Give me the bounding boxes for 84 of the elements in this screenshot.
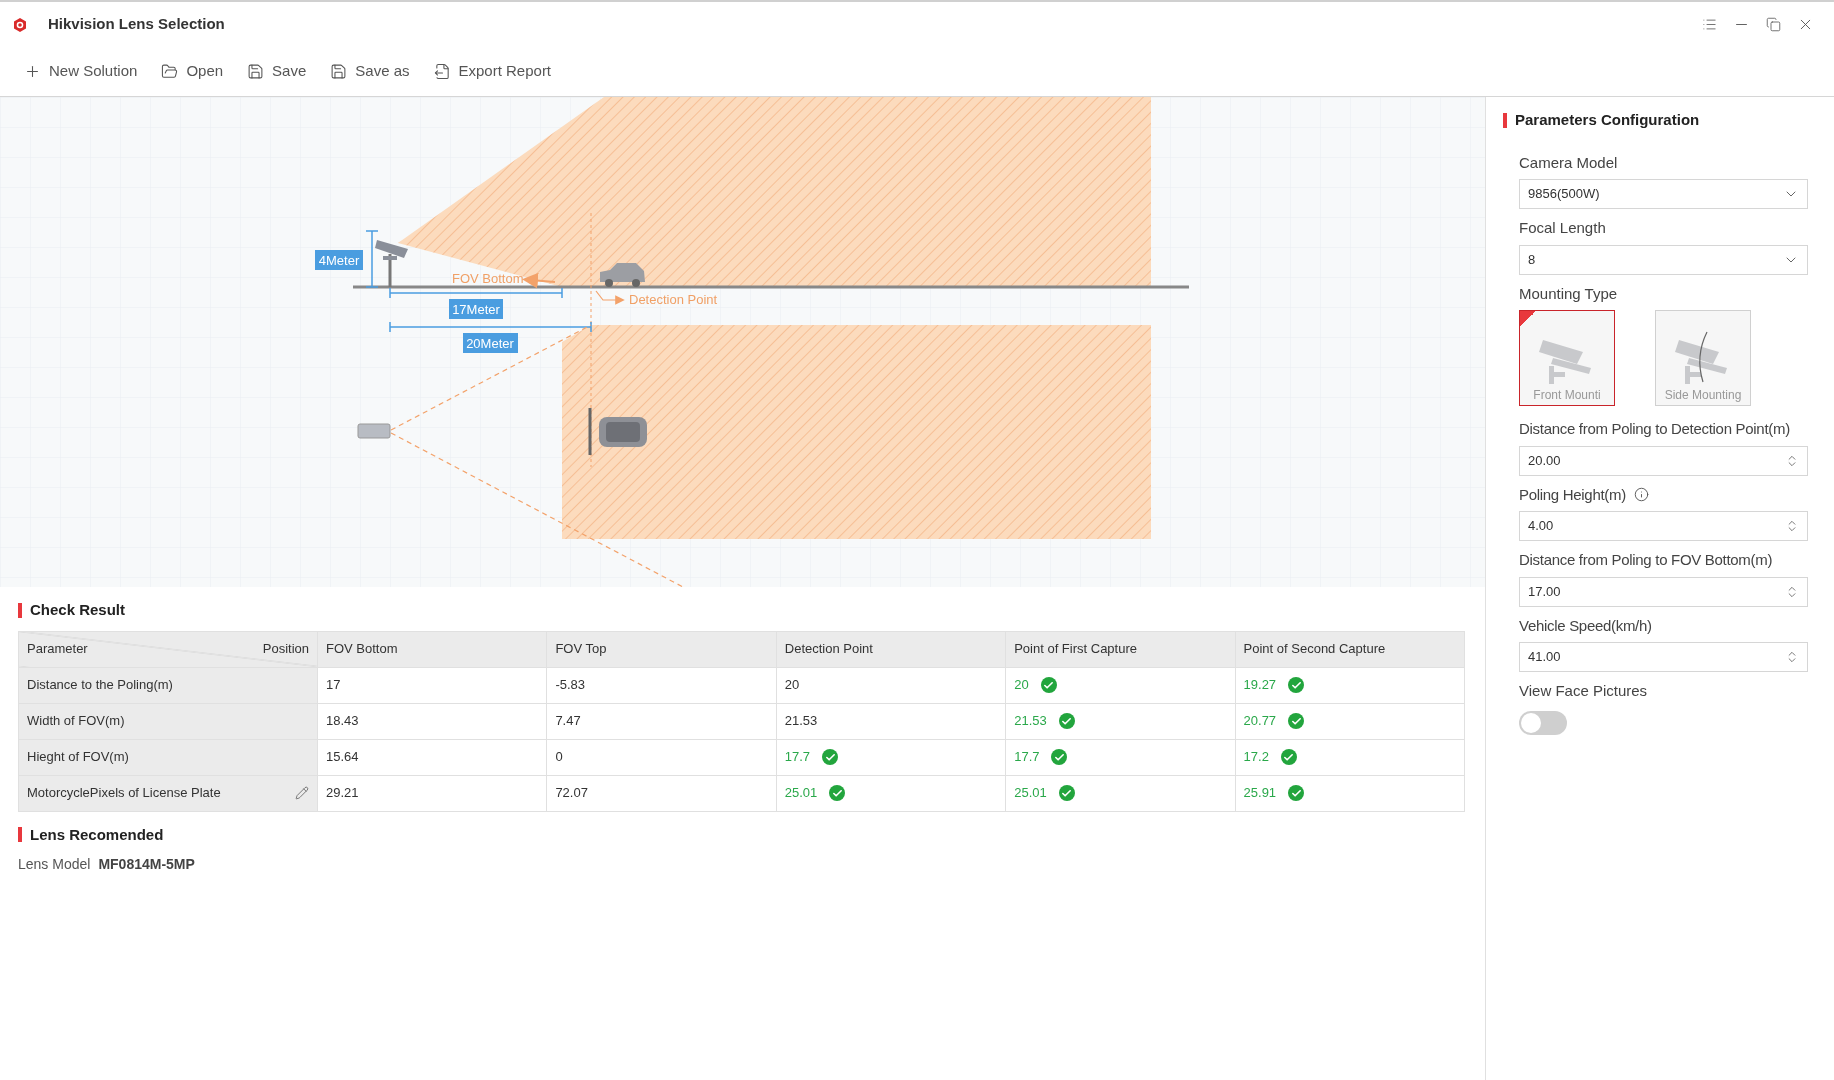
face-pictures-toggle[interactable]: [1519, 710, 1567, 735]
toolbar-button[interactable]: Export Report: [433, 60, 552, 83]
restore-icon[interactable]: [1766, 17, 1781, 32]
window-title: Hikvision Lens Selection: [48, 14, 225, 35]
field-label: Poling Height(m): [1519, 484, 1626, 505]
table-cell-text: 19.27: [1243, 676, 1277, 695]
number-input[interactable]: 17.00: [1519, 576, 1808, 607]
table-cell-text: 7.47: [555, 712, 581, 731]
detection-bar: [588, 408, 592, 455]
table-cell-text: 17.7: [1014, 748, 1040, 767]
field-label: Focal Length: [1519, 218, 1607, 238]
column-header: Point of First Capture: [1005, 631, 1236, 667]
height-dimension-line: [365, 230, 379, 288]
pole: [388, 254, 392, 287]
info-icon[interactable]: [1633, 487, 1649, 503]
lens-model-label: Lens Model: [18, 855, 91, 874]
row-label: Hieght of FOV(m): [27, 748, 129, 767]
save-icon: [247, 63, 265, 80]
toolbar-button[interactable]: New Solution: [24, 60, 138, 83]
field-label: Distance from Poling to Detection Point(m): [1519, 419, 1790, 439]
table-cell-text: 20.77: [1243, 712, 1277, 731]
table-cell-text: 20: [784, 676, 800, 695]
number-input[interactable]: 20.00: [1519, 445, 1808, 476]
field-label: Mounting Type: [1519, 283, 1619, 304]
row-label: MotorcyclePixels of License Plate: [27, 784, 221, 803]
table-cell-text: 29.21: [326, 784, 359, 803]
field-label: Camera Model: [1519, 152, 1619, 173]
table-cell-text: 25.91: [1243, 784, 1277, 803]
number-input[interactable]: 41.00: [1519, 642, 1808, 672]
lens-model-value: MF0814M-5MP: [98, 855, 195, 874]
section-marker: [1503, 112, 1507, 128]
field-label: View Face Pictures: [1519, 681, 1649, 701]
column-header: Point of Second Capture: [1235, 631, 1465, 667]
toolbar-button[interactable]: Save as: [330, 60, 410, 83]
table-cell-text: 15.64: [326, 748, 359, 767]
fov-bottom-arrow: [522, 272, 556, 289]
table-cell-text: -5.83: [555, 676, 586, 695]
car-drawing: [600, 263, 645, 287]
field-label: Vehicle Speed(km/h): [1519, 615, 1652, 636]
section-marker: [18, 602, 22, 618]
column-header: FOV Top: [546, 631, 777, 667]
plus-icon: [24, 63, 41, 80]
height-label: 4Meter: [315, 250, 363, 270]
column-header: Parameter: [27, 640, 88, 659]
detection-distance-label: 20Meter: [463, 333, 518, 353]
detection-point-arrow: [595, 290, 625, 305]
edit-icon[interactable]: [295, 786, 309, 800]
column-header: FOV Bottom: [317, 631, 547, 667]
fov-bottom-label: FOV Bottom: [452, 271, 524, 286]
table-cell-text: 18.43: [326, 712, 359, 731]
row-header: Position: [262, 640, 309, 659]
toolbar-button[interactable]: Open: [161, 60, 224, 83]
section-marker: [18, 827, 22, 843]
table-cell-text: 0: [555, 748, 563, 767]
table-cell-text: 25.01: [784, 784, 818, 803]
section-title: Check Result: [30, 600, 126, 620]
toolbar-button[interactable]: Save: [247, 60, 307, 83]
column-header: Detection Point: [776, 631, 1006, 667]
field-label: Distance from Poling to FOV Bottom(m): [1519, 550, 1773, 570]
table-cell-text: 17.2: [1243, 748, 1269, 767]
menu-icon[interactable]: [1702, 17, 1717, 32]
app-logo-icon: [12, 16, 28, 33]
focal-length-select[interactable]: 8: [1519, 244, 1808, 275]
top-view-car-drawing: [599, 417, 647, 447]
export-icon: [433, 63, 451, 80]
table-cell-text: 25.01: [1014, 784, 1047, 803]
camera-drawing: [375, 240, 408, 260]
row-label: Distance to the Poling(m): [27, 676, 173, 695]
row-label: Width of FOV(m): [27, 712, 125, 731]
table-cell-text: 17.7: [784, 748, 811, 767]
top-view-camera: [357, 423, 391, 439]
fov-distance-label: 17Meter: [449, 299, 503, 319]
folder-icon: [161, 63, 179, 80]
table-cell-text: 72.07: [555, 784, 588, 803]
save-icon: [330, 63, 348, 80]
number-input[interactable]: 4.00: [1519, 511, 1808, 541]
table-cell-text: 20: [1014, 676, 1029, 695]
section-title: Parameters Configuration: [1515, 110, 1700, 130]
table-cell-text: 21.53: [1014, 712, 1047, 731]
section-title: Lens Recomended: [30, 824, 164, 845]
table-cell-text: 21.53: [784, 712, 818, 731]
table-cell-text: 17: [326, 676, 341, 695]
detection-point-label: Detection Point: [629, 292, 718, 307]
camera-model-select[interactable]: 9856(500W): [1519, 179, 1808, 209]
